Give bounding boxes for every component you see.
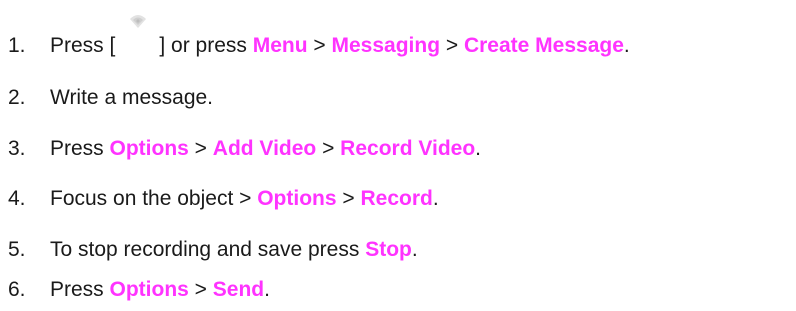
period: .	[623, 34, 630, 57]
step-text: Press [	[50, 34, 116, 57]
step-number: 5.	[8, 238, 26, 261]
options-keyword: Options	[109, 137, 189, 160]
step-number: 4.	[8, 187, 26, 210]
step-number: 3.	[8, 137, 26, 160]
add-video-keyword: Add Video	[212, 137, 317, 160]
step-text: Write a message.	[50, 86, 214, 109]
step-text: ] or press	[159, 34, 253, 57]
period: .	[475, 137, 481, 160]
period: .	[411, 238, 418, 261]
separator: >	[307, 34, 332, 57]
record-video-keyword: Record Video	[340, 137, 476, 160]
options-keyword: Options	[257, 187, 337, 210]
send-keyword: Send	[212, 278, 265, 301]
step-1: 1. Press [ ] or press Menu > Messaging > C…	[8, 15, 630, 61]
message-softkey-slot	[115, 15, 159, 54]
step-2: 2. Write a message.	[8, 83, 213, 113]
message-softkey-icon	[130, 15, 147, 28]
step-text: Press	[50, 278, 110, 301]
step-text: To stop recording and save press	[50, 238, 366, 261]
period: .	[264, 278, 270, 301]
step-5: 5. To stop recording and save press Stop.	[8, 235, 418, 265]
step-3: 3. Press Options > Add Video > Record Vid…	[8, 134, 481, 164]
separator: >	[336, 187, 361, 210]
menu-keyword: Menu	[252, 34, 308, 57]
step-number: 1.	[8, 34, 26, 57]
separator: >	[316, 137, 341, 160]
step-number: 2.	[8, 86, 26, 109]
create-message-keyword: Create Message	[463, 34, 624, 57]
separator: >	[188, 278, 213, 301]
record-keyword: Record	[360, 187, 433, 210]
step-6: 6. Press Options > Send.	[8, 275, 270, 305]
separator: >	[440, 34, 464, 57]
stop-keyword: Stop	[365, 238, 412, 261]
period: .	[432, 187, 439, 210]
options-keyword: Options	[109, 278, 189, 301]
step-4: 4. Focus on the object > Options > Record…	[8, 184, 439, 214]
separator: >	[188, 137, 213, 160]
step-number: 6.	[8, 278, 26, 301]
step-text: Press	[50, 137, 110, 160]
step-text: Focus on the object >	[50, 187, 258, 210]
messaging-keyword: Messaging	[331, 34, 441, 57]
